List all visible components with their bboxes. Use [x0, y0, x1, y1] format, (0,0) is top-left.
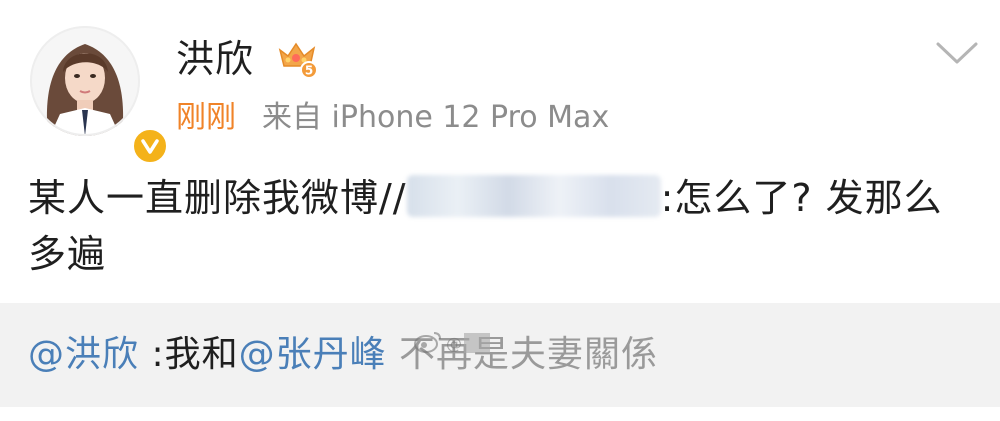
weibo-post: 洪欣 5 刚刚 来自 iPhone 12 Pro Max 某人一直删除我微博//:…: [0, 0, 1000, 421]
verified-badge-icon: [130, 126, 170, 166]
weibo-watermark-icon: @: [414, 332, 490, 353]
svg-text:@: @: [446, 334, 462, 353]
avatar[interactable]: [30, 26, 170, 166]
post-source[interactable]: 来自 iPhone 12 Pro Max: [262, 100, 609, 135]
repost-colon-text: :我和: [139, 334, 239, 375]
chevron-down-icon[interactable]: [932, 34, 982, 74]
mention-partner-link[interactable]: @张丹峰: [239, 334, 387, 375]
post-meta: 刚刚 来自 iPhone 12 Pro Max: [176, 96, 609, 140]
post-content[interactable]: 某人一直删除我微博//:怎么了? 发那么多遍: [28, 170, 968, 282]
author-name[interactable]: 洪欣: [176, 34, 254, 84]
repost-box[interactable]: @洪欣 :我和@张丹峰 不再是夫妻關係 @: [0, 303, 1000, 407]
vip-level: 5: [305, 64, 313, 78]
avatar-image: [30, 26, 140, 136]
repost-text: @洪欣 :我和@张丹峰 不再是夫妻關係: [28, 327, 658, 383]
post-time: 刚刚: [176, 100, 236, 135]
mention-author-link[interactable]: @洪欣: [28, 334, 139, 375]
crown-icon[interactable]: 5: [276, 36, 320, 80]
content-prefix: 某人一直删除我微博//: [28, 176, 407, 220]
blurred-username: [406, 175, 661, 217]
